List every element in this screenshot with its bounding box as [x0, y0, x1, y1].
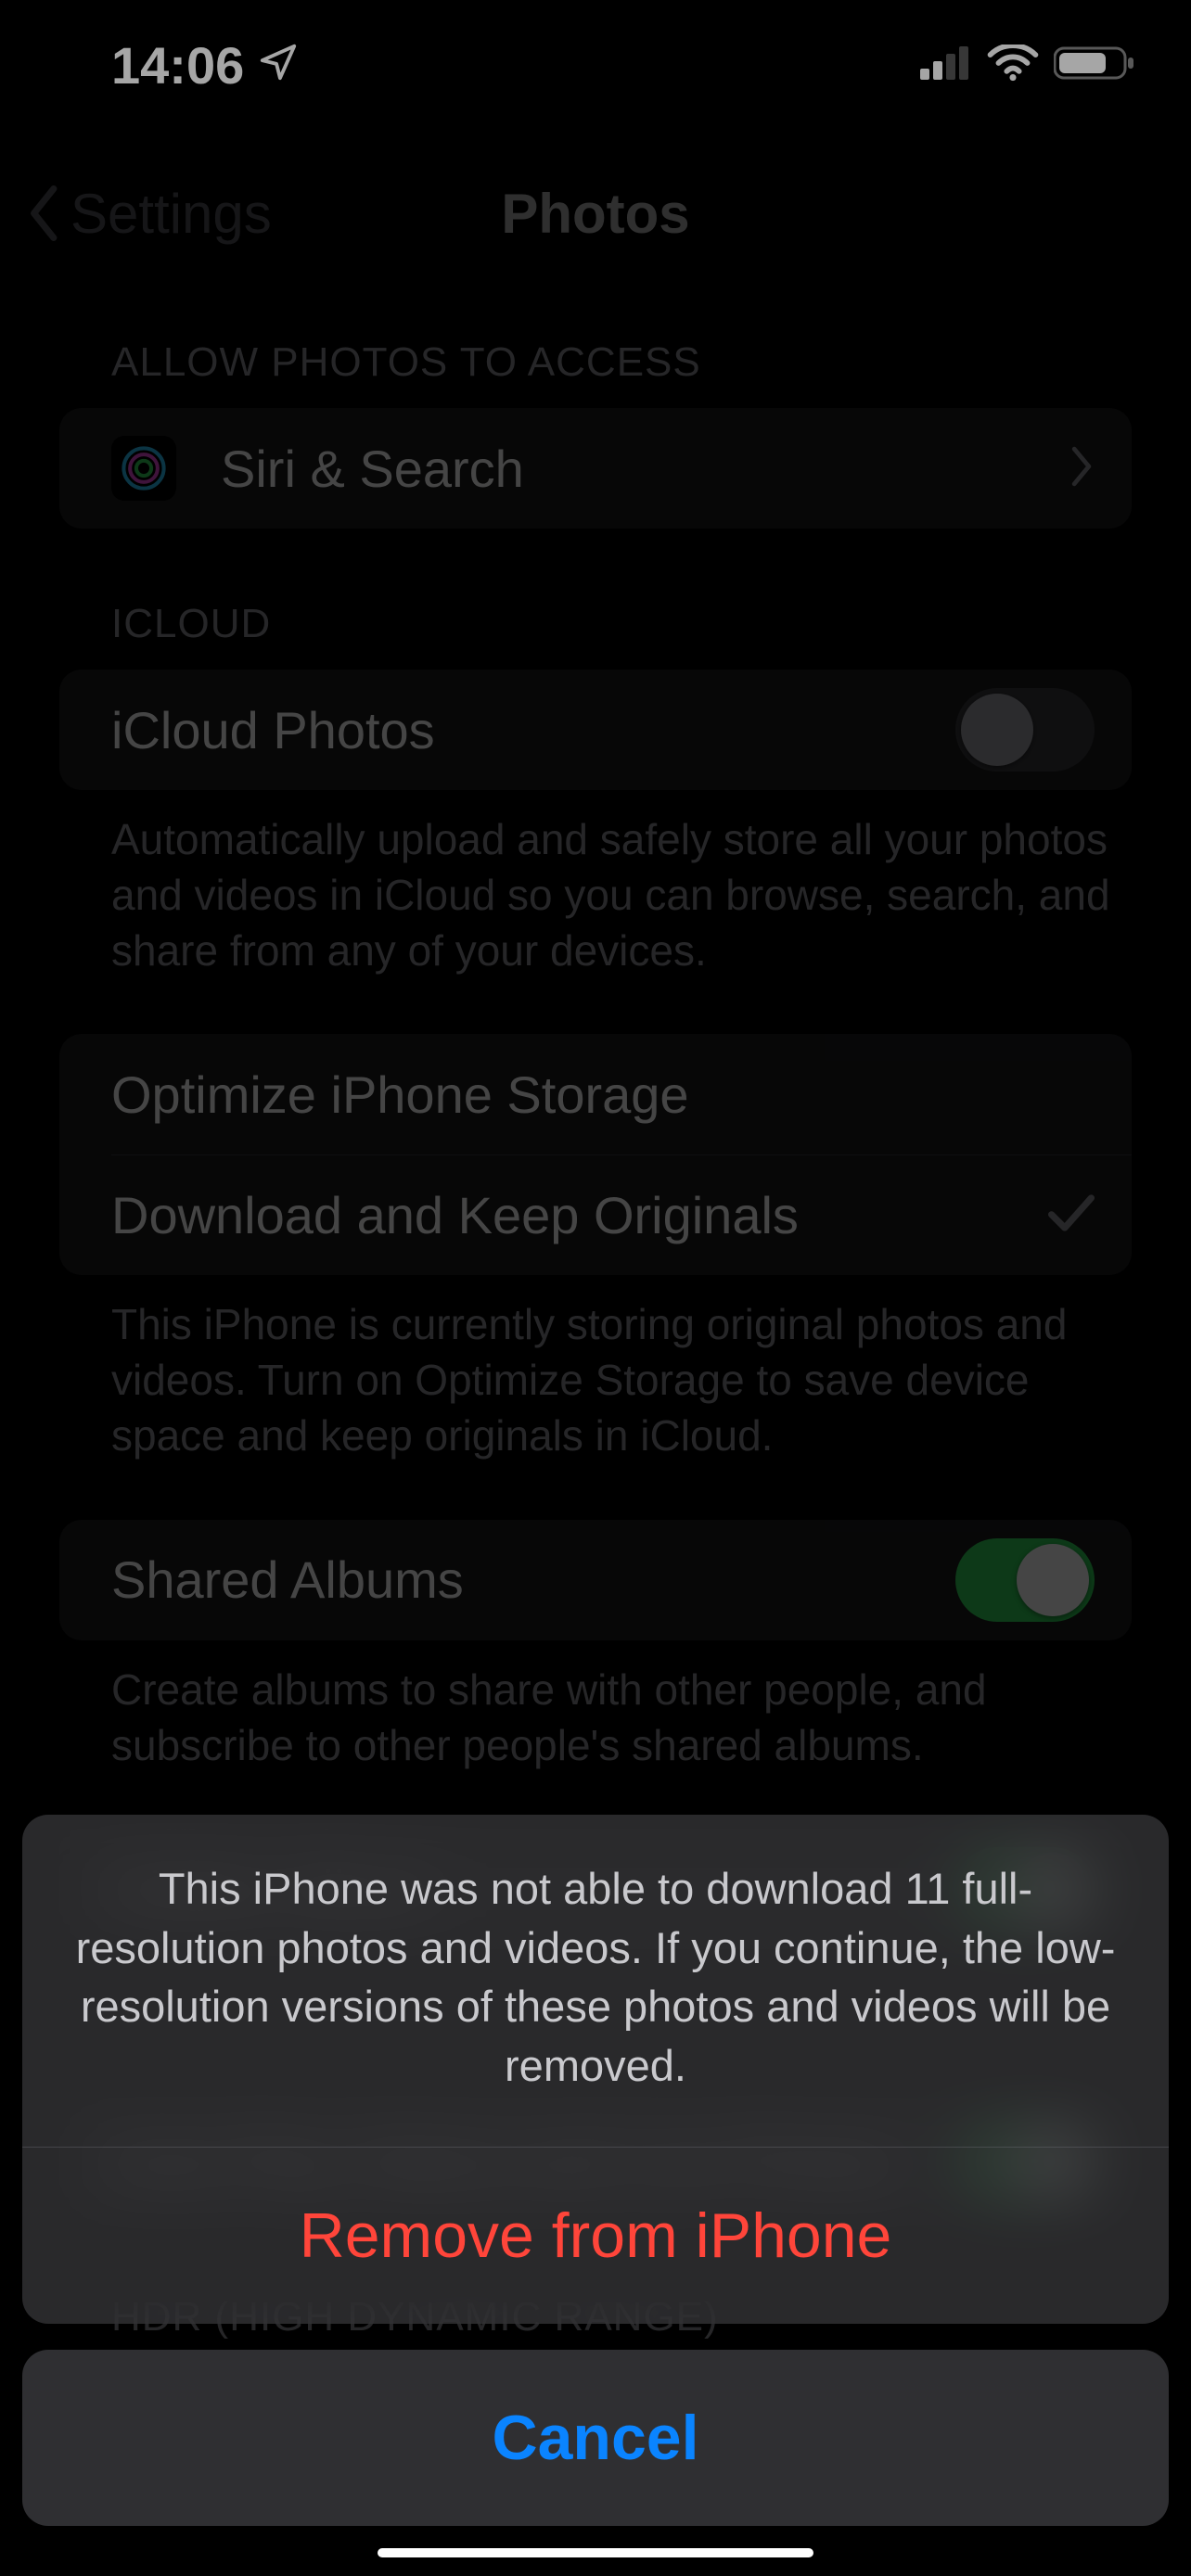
action-sheet-message: This iPhone was not able to download 11 … [22, 1815, 1169, 2148]
home-indicator[interactable] [378, 2548, 813, 2557]
action-sheet: This iPhone was not able to download 11 … [22, 1815, 1169, 2526]
cancel-button[interactable]: Cancel [22, 2350, 1169, 2526]
remove-from-iphone-button[interactable]: Remove from iPhone [22, 2148, 1169, 2324]
